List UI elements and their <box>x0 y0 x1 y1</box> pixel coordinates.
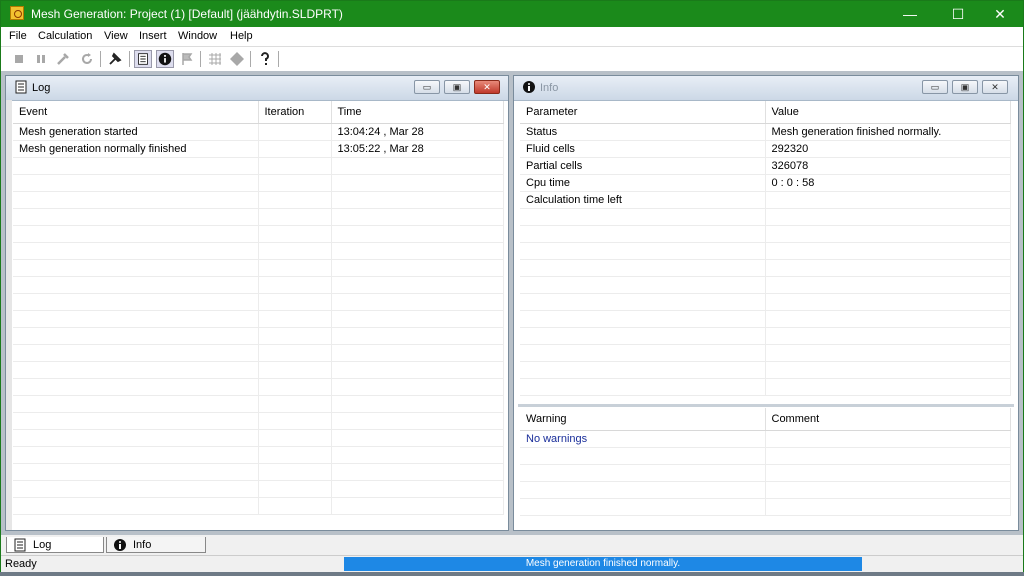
log-column-header[interactable]: Event <box>13 101 259 124</box>
info-value-cell <box>765 191 1011 209</box>
info-panel-title: Info <box>540 82 559 94</box>
info-parameter-cell: Status <box>520 123 766 141</box>
log-column-header[interactable]: Iteration <box>258 101 332 124</box>
log-icon[interactable] <box>134 50 152 68</box>
info-panel-header: Info ▭ ▣ ✕ <box>514 76 1018 101</box>
menu-calculation[interactable]: Calculation <box>38 30 92 42</box>
info-value-cell: 0 : 0 : 58 <box>765 174 1011 192</box>
info-panel: Info ▭ ▣ ✕ Parameter Value Status Mesh ge… <box>513 75 1019 531</box>
log-iteration-cell <box>258 123 332 141</box>
info-icon <box>114 539 126 551</box>
pin-icon[interactable] <box>106 50 124 68</box>
progress-text: Mesh generation finished normally. <box>525 558 681 569</box>
table-row[interactable]: Partial cells 326078 <box>520 157 1011 175</box>
log-icon <box>15 80 27 94</box>
tab-log[interactable]: Log <box>6 537 104 553</box>
toolbar-separator <box>129 51 130 67</box>
info-minimize-button[interactable]: ▭ <box>922 80 948 94</box>
warning-column-header[interactable]: Warning <box>520 408 766 431</box>
log-panel-title: Log <box>32 82 51 94</box>
info-table: Parameter Value Status Mesh generation fi… <box>520 101 1011 396</box>
info-column-header[interactable]: Parameter <box>520 101 766 124</box>
window-title: Mesh Generation: Project (1) [Default] (… <box>31 7 343 21</box>
log-column-header[interactable]: Time <box>331 101 504 124</box>
log-event-cell: Mesh generation normally finished <box>13 140 259 158</box>
table-row[interactable]: Mesh generation normally finished 13:05:… <box>13 140 504 158</box>
info-parameter-cell: Fluid cells <box>520 140 766 158</box>
tab-log-label: Log <box>33 539 52 551</box>
app-icon <box>10 6 24 20</box>
info-icon[interactable] <box>156 50 174 68</box>
wrench-icon[interactable] <box>54 50 72 68</box>
refresh-icon[interactable] <box>78 50 96 68</box>
info-column-header[interactable]: Value <box>765 101 1011 124</box>
menu-window[interactable]: Window <box>178 30 217 42</box>
main-window: Mesh Generation: Project (1) [Default] (… <box>0 0 1024 572</box>
log-time-cell: 13:04:24 , Mar 28 <box>331 123 504 141</box>
progress-bar: Mesh generation finished normally. <box>344 557 862 571</box>
toolbar-separator <box>278 51 279 67</box>
toolbar-separator <box>250 51 251 67</box>
maximize-button[interactable]: ☐ <box>935 1 981 27</box>
log-icon <box>14 538 26 552</box>
toolbar <box>1 46 1023 72</box>
pause-icon[interactable] <box>32 50 50 68</box>
table-row[interactable]: Fluid cells 292320 <box>520 140 1011 158</box>
info-close-button[interactable]: ✕ <box>982 80 1008 94</box>
menu-insert[interactable]: Insert <box>139 30 167 42</box>
flag-icon[interactable] <box>178 50 196 68</box>
mdi-area: Log ▭ ▣ ✕ Event Iteration Time Mesh gene… <box>1 71 1023 535</box>
warnings-table: Warning Comment No warnings <box>520 408 1011 516</box>
title-bar: Mesh Generation: Project (1) [Default] (… <box>1 1 1023 27</box>
log-table: Event Iteration Time Mesh generation sta… <box>13 101 504 515</box>
tab-info[interactable]: Info <box>106 537 206 553</box>
table-row[interactable]: Calculation time left <box>520 191 1011 209</box>
splitter[interactable] <box>518 404 1014 407</box>
close-button[interactable]: ✕ <box>977 1 1023 27</box>
log-iteration-cell <box>258 140 332 158</box>
log-panel: Log ▭ ▣ ✕ Event Iteration Time Mesh gene… <box>5 75 509 531</box>
info-parameter-cell: Cpu time <box>520 174 766 192</box>
warning-column-header[interactable]: Comment <box>765 408 1011 431</box>
toolbar-separator <box>100 51 101 67</box>
mesh-icon[interactable] <box>206 50 224 68</box>
info-value-cell: 326078 <box>765 157 1011 175</box>
diamond-icon[interactable] <box>228 50 246 68</box>
menu-bar: File Calculation View Insert Window Help <box>1 27 1023 46</box>
table-row[interactable]: No warnings <box>520 430 1011 448</box>
menu-file[interactable]: File <box>9 30 27 42</box>
info-parameter-cell: Calculation time left <box>520 191 766 209</box>
info-value-cell: 292320 <box>765 140 1011 158</box>
toolbar-separator <box>200 51 201 67</box>
log-event-cell: Mesh generation started <box>13 123 259 141</box>
help-icon[interactable] <box>256 50 274 68</box>
menu-help[interactable]: Help <box>230 30 253 42</box>
table-row[interactable]: Cpu time 0 : 0 : 58 <box>520 174 1011 192</box>
log-restore-button[interactable]: ▣ <box>444 80 470 94</box>
log-time-cell: 13:05:22 , Mar 28 <box>331 140 504 158</box>
log-panel-header: Log ▭ ▣ ✕ <box>6 76 508 101</box>
tab-info-label: Info <box>133 539 152 551</box>
log-close-button[interactable]: ✕ <box>474 80 500 94</box>
log-minimize-button[interactable]: ▭ <box>414 80 440 94</box>
info-parameter-cell: Partial cells <box>520 157 766 175</box>
log-scroll-gutter <box>6 100 12 530</box>
info-value-cell: Mesh generation finished normally. <box>765 123 1011 141</box>
no-warnings-text: No warnings <box>520 430 766 448</box>
status-bar: Ready Mesh generation finished normally. <box>1 555 1023 572</box>
info-restore-button[interactable]: ▣ <box>952 80 978 94</box>
panel-tab-bar: Log Info <box>1 536 1023 554</box>
minimize-button[interactable]: — <box>887 1 933 27</box>
menu-view[interactable]: View <box>104 30 128 42</box>
status-text: Ready <box>5 558 37 570</box>
table-row[interactable]: Mesh generation started 13:04:24 , Mar 2… <box>13 123 504 141</box>
stop-icon[interactable] <box>10 50 28 68</box>
info-icon <box>523 81 535 93</box>
table-row[interactable]: Status Mesh generation finished normally. <box>520 123 1011 141</box>
